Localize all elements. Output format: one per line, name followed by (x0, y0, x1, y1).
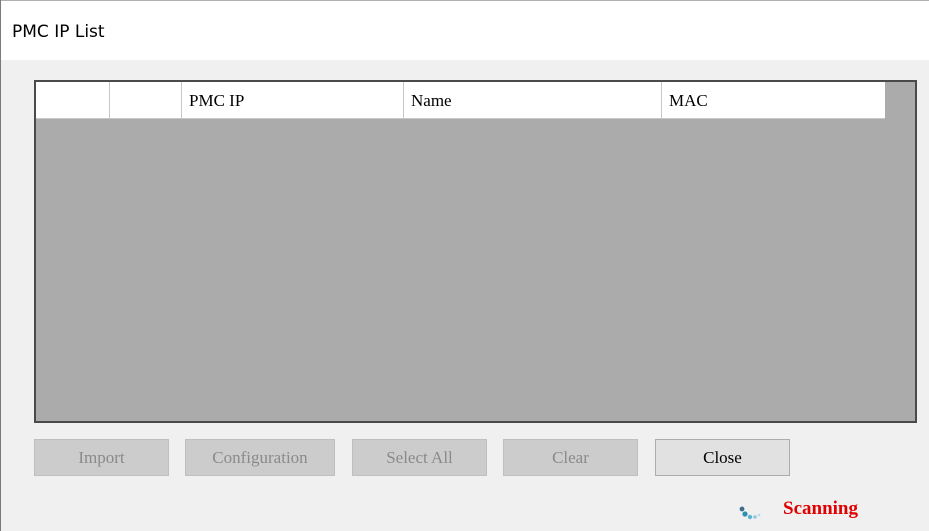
close-button[interactable]: Close (655, 439, 790, 476)
clear-button[interactable]: Clear (503, 439, 638, 476)
window-title: PMC IP List (12, 22, 105, 42)
loading-spinner-icon (739, 506, 761, 520)
pmc-ip-table[interactable]: PMC IP Name MAC (34, 80, 917, 423)
select-all-button[interactable]: Select All (352, 439, 487, 476)
import-button[interactable]: Import (34, 439, 169, 476)
configuration-button[interactable]: Configuration (185, 439, 335, 476)
table-header-row: PMC IP Name MAC (36, 82, 885, 119)
column-header-mac[interactable]: MAC (662, 82, 885, 119)
column-header-pmc-ip[interactable]: PMC IP (182, 82, 404, 119)
column-header-name[interactable]: Name (404, 82, 662, 119)
title-bar: PMC IP List (1, 0, 929, 60)
column-header-select[interactable] (36, 82, 110, 119)
pmc-ip-list-dialog: PMC IP List PMC IP Name MAC Import Confi… (0, 0, 929, 531)
column-header-index[interactable] (110, 82, 182, 119)
scanning-status-label: Scanning (783, 498, 858, 519)
